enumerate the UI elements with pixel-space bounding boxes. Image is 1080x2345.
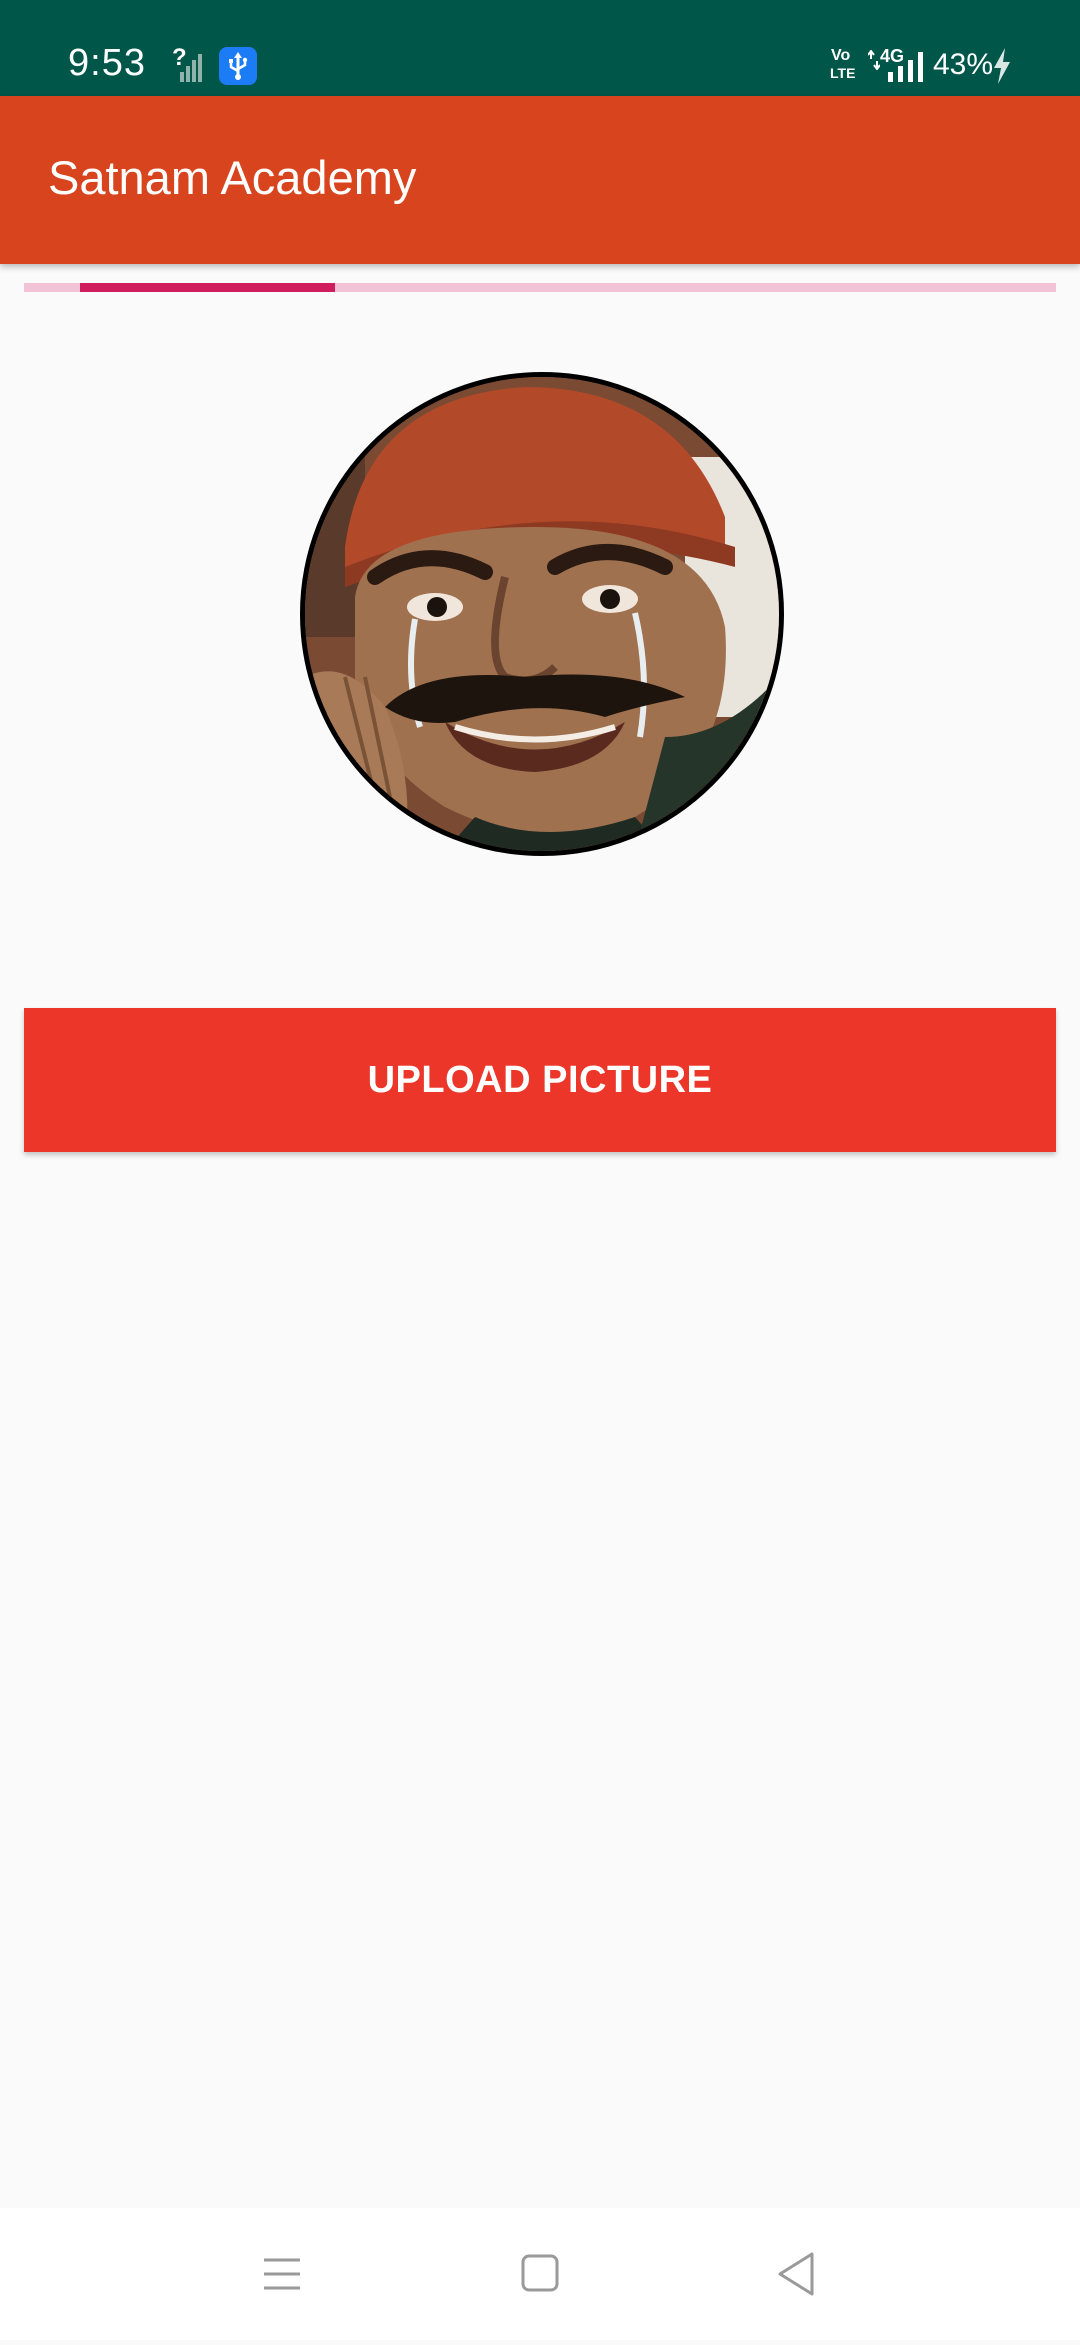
home-icon[interactable]	[480, 2208, 600, 2340]
volte-bottom-label: LTE	[830, 65, 856, 81]
data-arrows-icon	[867, 49, 881, 71]
navigation-bar	[0, 2208, 1080, 2340]
signal-icon	[884, 52, 928, 82]
upload-picture-button[interactable]: UPLOAD PICTURE	[24, 1008, 1056, 1152]
volte-icon: Vo LTE	[830, 48, 856, 84]
battery-percent: 43%	[933, 48, 994, 81]
progress-indicator	[80, 283, 335, 292]
usb-icon	[219, 47, 257, 85]
upload-picture-label: UPLOAD PICTURE	[367, 1058, 713, 1101]
signal-unknown-icon: ?	[172, 44, 202, 82]
volte-top-label: Vo	[831, 47, 851, 64]
status-time: 9:53	[68, 42, 146, 84]
charging-icon	[992, 48, 1012, 84]
back-icon[interactable]	[736, 2208, 856, 2340]
menu-icon[interactable]	[222, 2208, 342, 2340]
profile-picture	[305, 377, 779, 851]
status-bar: 9:53 ? Vo LTE 4G 43%	[0, 0, 1080, 96]
profile-avatar[interactable]	[300, 372, 784, 856]
app-bar: Satnam Academy	[0, 96, 1080, 264]
app-title: Satnam Academy	[48, 151, 417, 204]
